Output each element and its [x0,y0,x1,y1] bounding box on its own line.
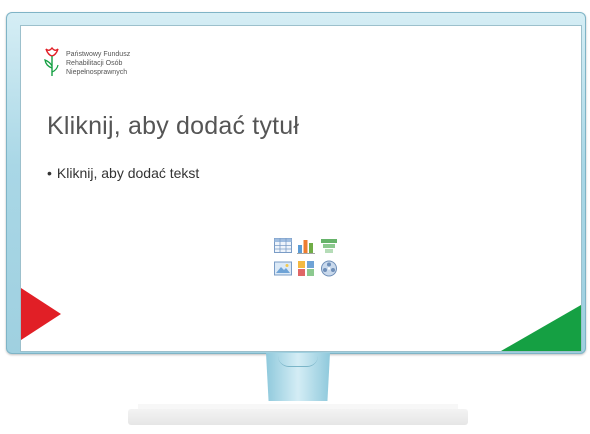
insert-chart-icon[interactable] [296,236,316,255]
content-placeholder[interactable]: • Kliknij, aby dodać tekst [47,165,199,181]
bullet-text: Kliknij, aby dodać tekst [56,165,200,181]
monitor-base [128,409,468,425]
insert-table-icon[interactable] [273,236,293,255]
insert-picture-icon[interactable] [273,259,293,278]
insert-clipart-icon[interactable] [296,259,316,278]
bullet-dot: • [47,165,52,181]
insert-smartart-icon[interactable] [319,236,339,255]
monitor-frame: Państwowy Fundusz Rehabilitacji Osób Nie… [6,12,586,354]
logo-line-2: Rehabilitacji Osób [66,60,123,67]
tulip-icon [44,46,59,76]
title-placeholder[interactable]: Kliknij, aby dodać tytuł [47,112,299,141]
logo-text: Państwowy Fundusz Rehabilitacji Osób Nie… [66,50,130,77]
logo-line-3: Niepełnosprawnych [66,69,128,76]
red-corner-triangle [21,288,61,340]
logo-line-1: Państwowy Fundusz [66,51,131,58]
insert-media-icon[interactable] [319,259,339,278]
green-corner-triangle [501,305,581,351]
content-insert-icons [273,236,339,280]
slide-canvas: Państwowy Fundusz Rehabilitacji Osób Nie… [20,25,582,352]
pfron-logo: Państwowy Fundusz Rehabilitacji Osób Nie… [43,46,163,96]
monitor-stand-shade [278,356,318,367]
